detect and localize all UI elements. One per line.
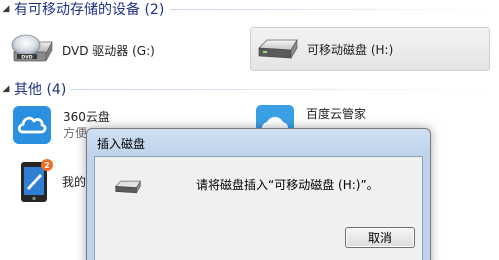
dialog-titlebar[interactable]: 插入磁盘: [87, 129, 430, 155]
dialog-body: 请将磁盘插入“可移动磁盘 (H:)”。 取消: [94, 156, 423, 260]
group-header-others[interactable]: ◢ 其他 (4): [0, 80, 499, 98]
removable-disk-icon: [258, 38, 298, 60]
group-divider: [70, 89, 490, 90]
item-label: 我的: [62, 174, 87, 189]
group-title: 有可移动存储的设备 (2): [14, 2, 165, 18]
drive-label: DVD 驱动器 (G:): [62, 43, 155, 58]
group-header-devices[interactable]: ◢ 有可移动存储的设备 (2): [0, 0, 499, 18]
item-label: 360云盘: [63, 110, 110, 124]
dvd-drive-icon: DVD: [11, 34, 53, 62]
dialog-title: 插入磁盘: [97, 137, 146, 151]
svg-text:DVD: DVD: [21, 54, 32, 60]
cloud-icon: [13, 106, 51, 144]
dialog-message: 请将磁盘插入“可移动磁盘 (H:)”。: [196, 178, 379, 192]
other-item-my-phone[interactable]: 2 我的: [18, 157, 86, 205]
collapse-arrow-icon[interactable]: ◢: [0, 4, 12, 14]
drive-item-removable-content[interactable]: 可移动磁盘 (H:): [255, 31, 393, 67]
cancel-button[interactable]: 取消: [345, 227, 415, 248]
collapse-arrow-icon[interactable]: ◢: [0, 84, 12, 94]
group-title: 其他 (4): [14, 82, 67, 98]
drive-item-dvd[interactable]: DVD DVD 驱动器 (G:): [8, 30, 155, 70]
item-label: 百度云管家: [306, 106, 367, 121]
notification-badge: 2: [44, 161, 50, 170]
drive-label: 可移动磁盘 (H:): [307, 42, 394, 57]
group-divider: [170, 9, 490, 10]
phone-app-icon: 2: [21, 159, 53, 202]
removable-disk-icon: [114, 180, 141, 194]
insert-disk-dialog: 插入磁盘 请将磁盘插入“可移动磁盘 (H:)”。 取消: [86, 128, 431, 260]
